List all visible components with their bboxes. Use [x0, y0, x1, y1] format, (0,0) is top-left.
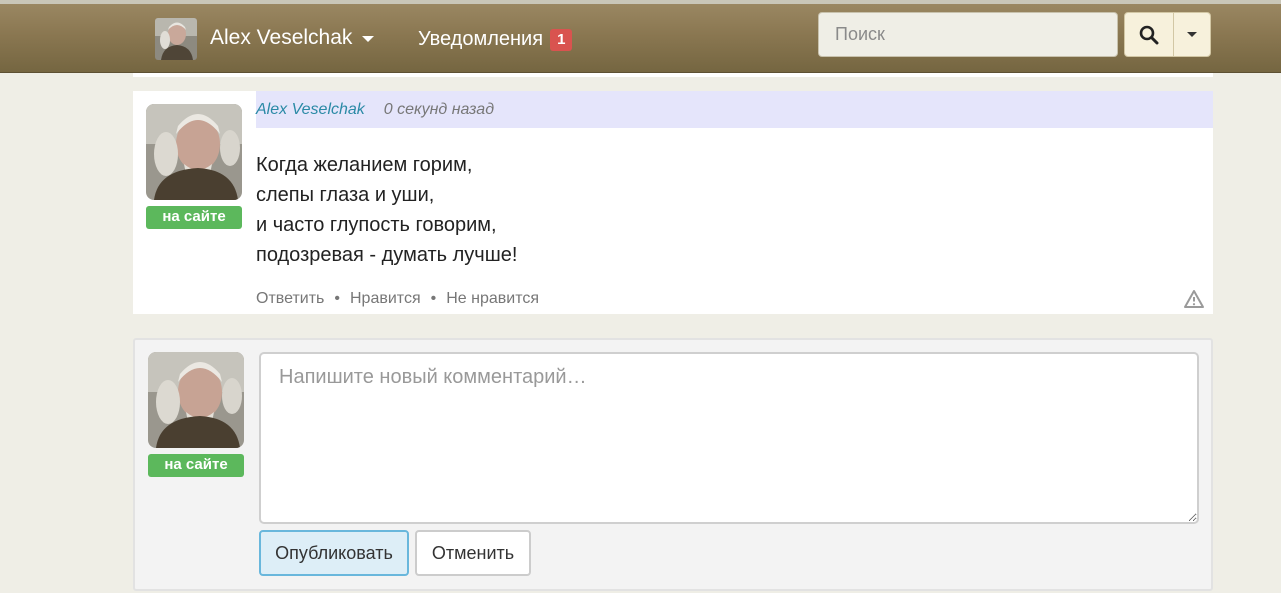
current-user-avatar[interactable]	[148, 352, 244, 448]
comment-line: Когда желанием горим,	[256, 154, 473, 176]
reply-link[interactable]: Ответить	[256, 290, 324, 308]
warning-triangle-icon[interactable]	[1183, 289, 1205, 309]
comment-author-link[interactable]: Alex Veselchak	[256, 101, 365, 119]
online-status-badge: на сайте	[146, 206, 242, 229]
new-comment-form: на сайте Опубликовать Отменить	[133, 338, 1213, 591]
user-avatar[interactable]	[155, 18, 197, 60]
user-name: Alex Veselchak	[210, 26, 353, 49]
comment-timestamp: 0 секунд назад	[383, 100, 495, 118]
dislike-link[interactable]: Не нравится	[446, 290, 539, 308]
new-comment-textarea[interactable]	[259, 352, 1199, 524]
online-status-badge: на сайте	[148, 454, 244, 477]
top-navbar: Alex Veselchak Уведомления 1	[0, 0, 1281, 73]
comment-line: слепы глаза и уши,	[256, 184, 435, 206]
search-input[interactable]	[818, 12, 1118, 57]
caret-down-icon	[1187, 32, 1197, 37]
comment-author-avatar[interactable]	[146, 104, 242, 200]
search-button[interactable]	[1124, 12, 1174, 57]
user-menu[interactable]: Alex Veselchak	[210, 26, 375, 50]
cancel-button[interactable]: Отменить	[415, 530, 531, 576]
like-link[interactable]: Нравится	[350, 290, 421, 308]
search-options-dropdown[interactable]	[1173, 12, 1211, 57]
comment-actions: Ответить • Нравится • Не нравится	[256, 290, 539, 308]
comment-header: Alex Veselchak 0 секунд назад	[256, 91, 1213, 128]
content-top-strip	[133, 73, 1213, 77]
notifications-label: Уведомления	[418, 28, 544, 50]
search-icon	[1139, 25, 1159, 44]
notifications-count-badge: 1	[550, 28, 573, 51]
notifications-link[interactable]: Уведомления 1	[418, 28, 573, 51]
comment-card: на сайте Alex Veselchak 0 секунд назад К…	[133, 91, 1213, 314]
action-separator: •	[430, 290, 437, 307]
action-separator: •	[334, 290, 340, 307]
comment-text: Когда желанием горим, слепы глаза и уши,…	[256, 150, 517, 270]
caret-down-icon	[362, 36, 375, 42]
comment-line: и часто глупость говорим,	[256, 214, 497, 236]
publish-button[interactable]: Опубликовать	[259, 530, 409, 576]
comment-line: подозревая - думать лучше!	[256, 244, 518, 266]
